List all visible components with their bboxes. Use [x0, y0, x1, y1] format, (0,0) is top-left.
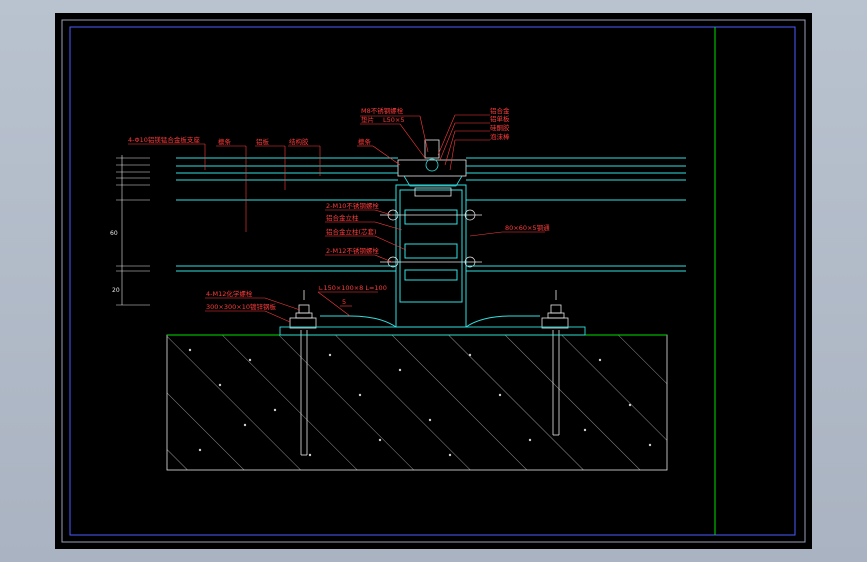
- label-bolt-m12: 2-M12不锈钢螺栓: [326, 246, 379, 255]
- label-angle-steel: ∟150×100×8 L=100: [318, 284, 387, 292]
- concrete-foundation: [166, 334, 668, 471]
- label-angle: L50×5: [383, 116, 404, 124]
- label-steel-tube: 80×60×5钢通: [505, 223, 550, 232]
- label-structural-glue: 结构胶: [289, 137, 309, 146]
- label-purlin-2: 檩条: [358, 137, 372, 146]
- label-top-bolt: M8不锈钢螺栓: [361, 106, 404, 115]
- panel-lines: [176, 157, 686, 272]
- dimension-column: [116, 155, 150, 306]
- label-top-right-1: 铝合金: [490, 106, 510, 115]
- dimension-60: 60: [110, 230, 118, 237]
- label-washer: 垫片: [361, 115, 374, 124]
- top-joint: [397, 139, 467, 197]
- label-post-core: 铝合金立柱(芯套): [326, 227, 377, 236]
- dimension-20: 20: [112, 287, 120, 294]
- label-purlin-1: 檩条: [218, 137, 232, 146]
- label-panel: 铝板: [256, 137, 270, 146]
- base-plate: [279, 326, 586, 336]
- label-chemical-bolt: 4-M12化学螺栓: [206, 289, 253, 298]
- label-weld: 5: [342, 298, 346, 306]
- label-steel-plate: 300×300×10镀锌钢板: [206, 302, 276, 311]
- label-top-right-2: 铝单板: [490, 114, 510, 123]
- label-bolt-m10: 2-M10不锈钢螺栓: [326, 201, 379, 210]
- cad-viewer: 60 20 4-Φ10铝镁锰合金板支座 檩条 铝板 结构胶 檩条 M8不锈钢螺栓…: [0, 0, 867, 562]
- cad-drawing: 60 20 4-Φ10铝镁锰合金板支座 檩条 铝板 结构胶 檩条 M8不锈钢螺栓…: [61, 19, 806, 543]
- label-top-right-4: 泡沫棒: [490, 132, 510, 141]
- label-post: 铝合金立柱: [326, 213, 359, 222]
- label-support: 4-Φ10铝镁锰合金板支座: [128, 135, 200, 144]
- label-top-right-3: 硅酮胶: [490, 123, 510, 132]
